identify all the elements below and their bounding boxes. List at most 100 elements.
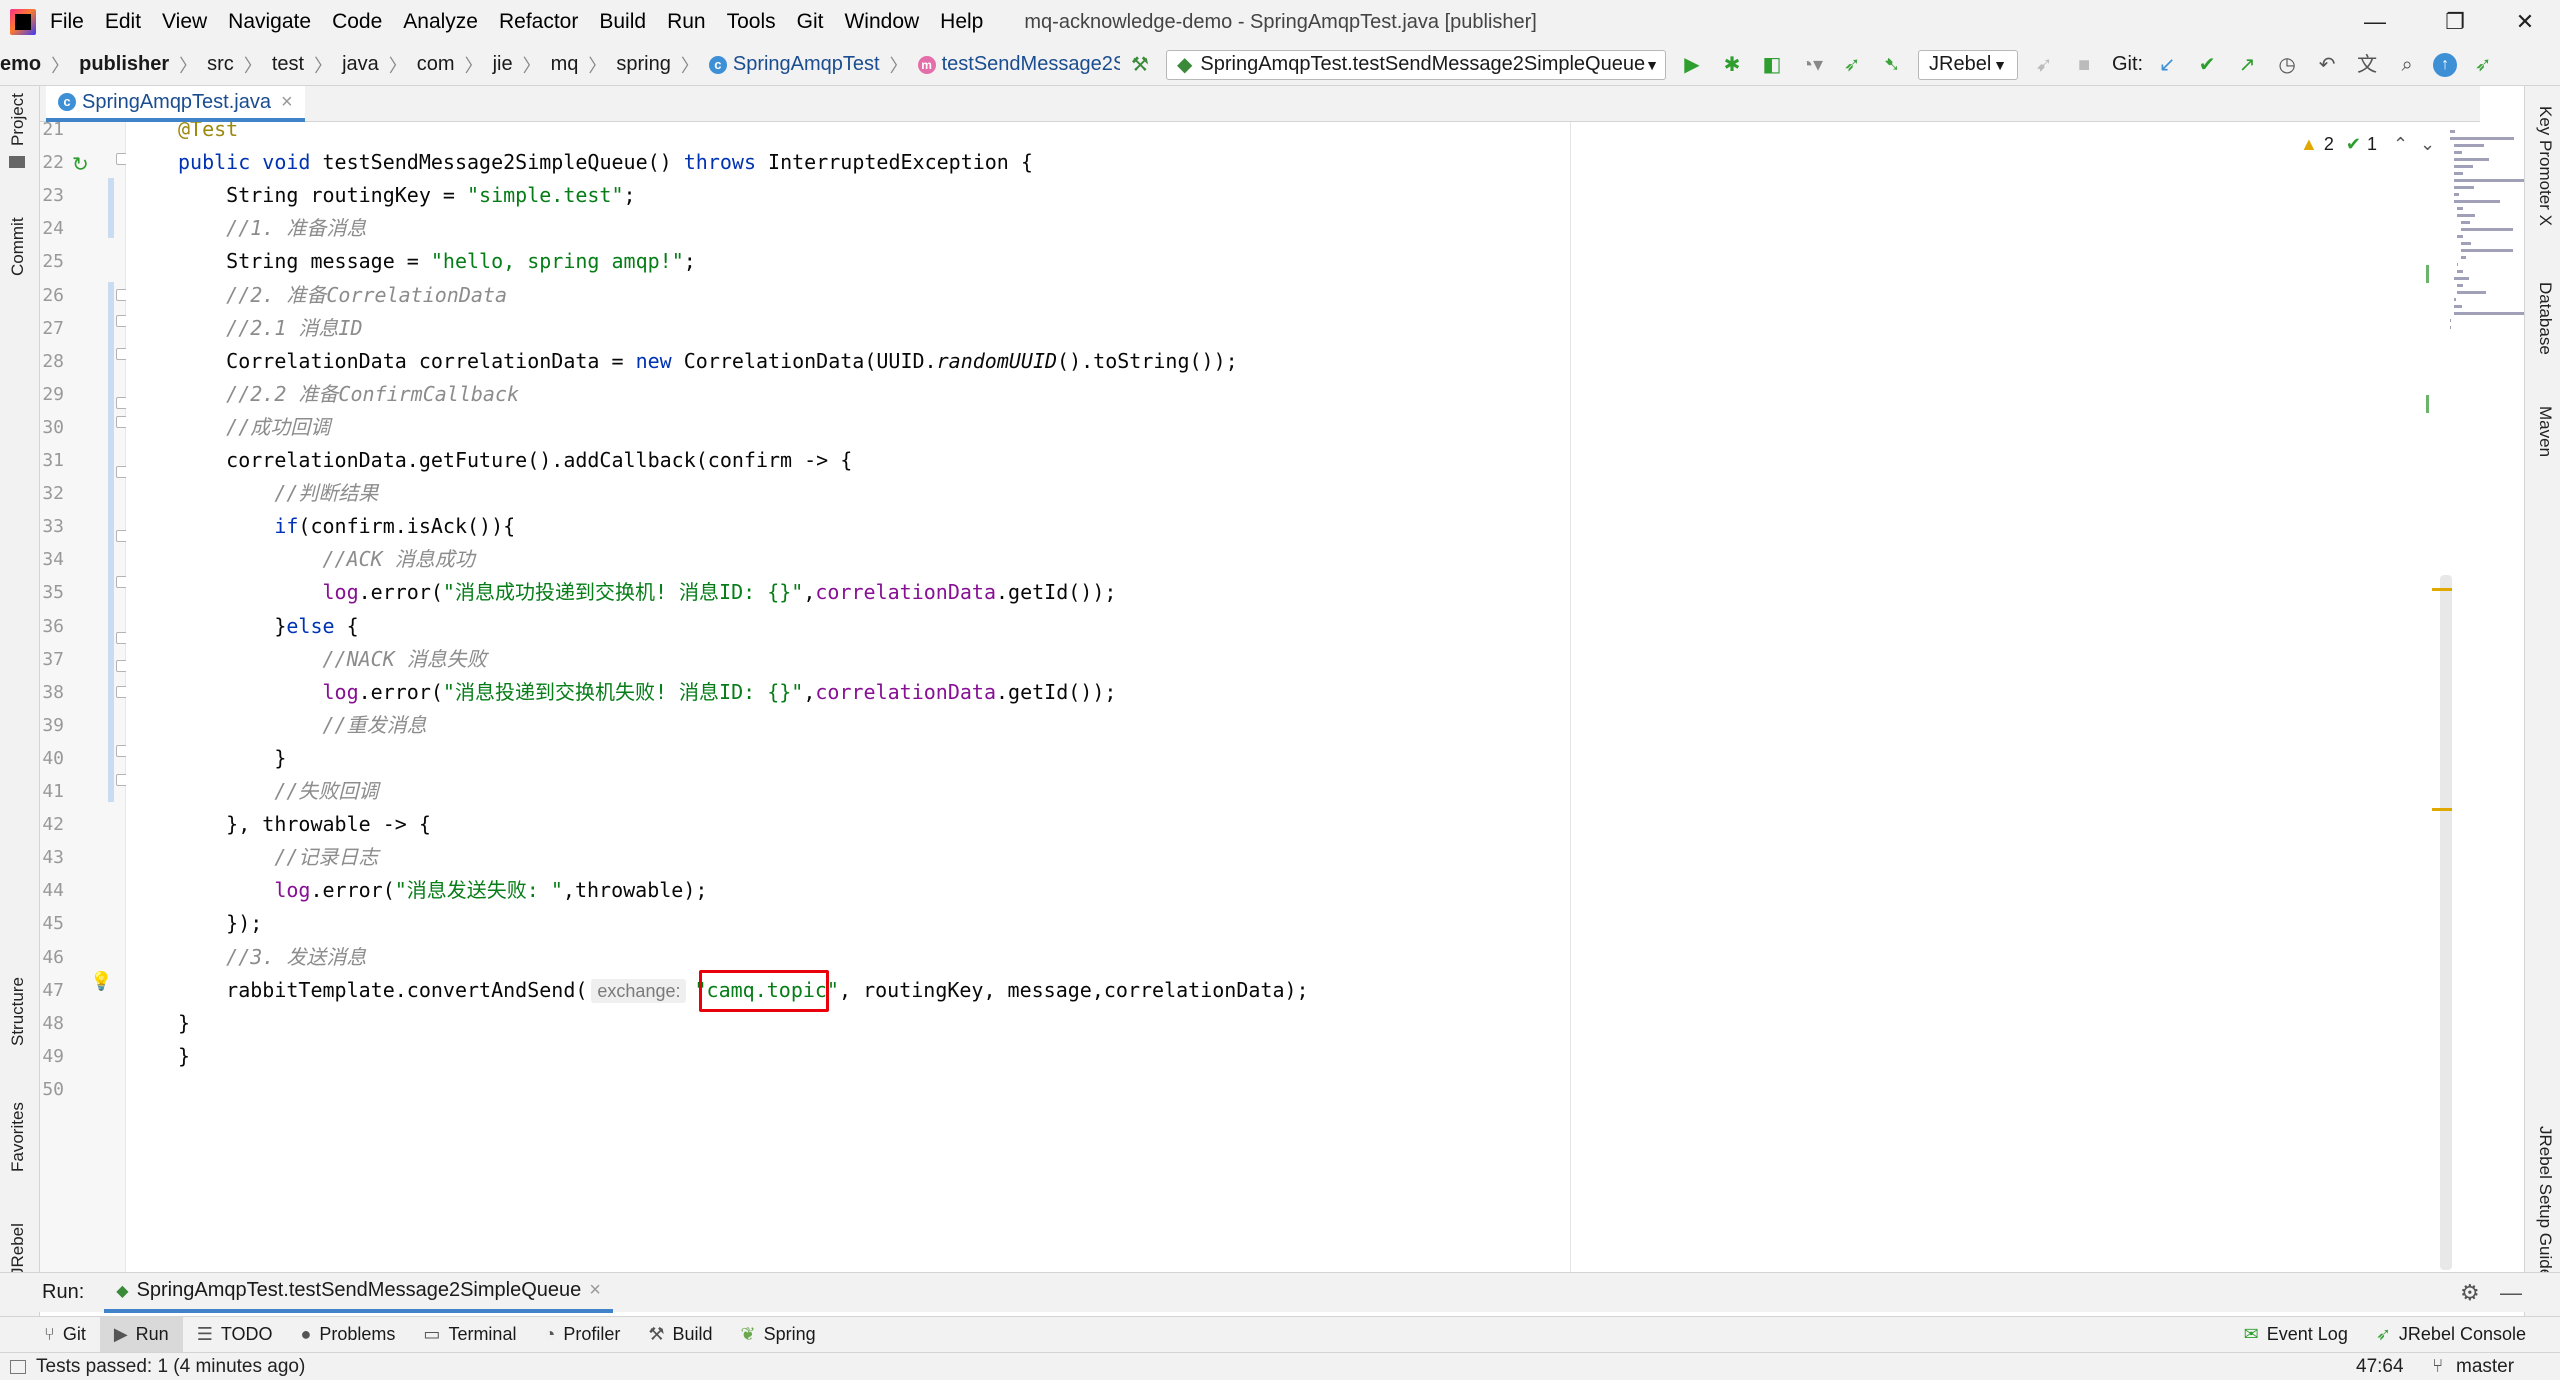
breadcrumb-item[interactable]: mq 〉 (551, 52, 617, 78)
code-line[interactable]: }, throwable -> { (178, 808, 431, 841)
inspection-widget[interactable]: ▲ 2 ✔ 1 ⌃ ⌄ (2300, 134, 2435, 155)
line-number[interactable]: 49 (40, 1046, 64, 1067)
breadcrumb-item[interactable]: com 〉 (417, 52, 493, 78)
breadcrumb-item[interactable]: c SpringAmqpTest 〉 (708, 52, 918, 78)
breadcrumb-item[interactable]: emo 〉 (0, 52, 79, 78)
line-number[interactable]: 45 (40, 913, 64, 934)
jrebel-select[interactable]: JRebel ▼ (1918, 49, 2018, 80)
restore-button[interactable]: ❐ (2420, 0, 2490, 44)
update-ide-icon[interactable]: ↑ (2433, 52, 2458, 77)
line-number[interactable]: 32 (40, 483, 64, 504)
code-line[interactable]: //2. 准备CorrelationData (178, 279, 507, 312)
line-number[interactable]: 33 (40, 516, 64, 537)
code-line[interactable]: }else { (178, 610, 358, 643)
code-line[interactable]: public void testSendMessage2SimpleQueue(… (178, 146, 1033, 179)
search-icon[interactable]: ⌕ (2393, 51, 2421, 79)
breadcrumb-item[interactable]: test 〉 (272, 52, 342, 78)
breadcrumb-item[interactable]: java 〉 (342, 52, 417, 78)
jrebel-debug-icon[interactable]: ➷ (1878, 51, 1906, 79)
line-number[interactable]: 22 (40, 152, 64, 173)
prev-highlight-icon[interactable]: ⌃ (2393, 134, 2408, 155)
breadcrumb-item[interactable]: src 〉 (207, 52, 272, 78)
code-line[interactable]: String message = "hello, spring amqp!"; (178, 245, 696, 278)
line-number[interactable]: 50 (40, 1079, 64, 1100)
tool-todo[interactable]: ☰ TODO (183, 1317, 287, 1353)
project-tool-button[interactable]: Project (8, 93, 28, 146)
line-number[interactable]: 29 (40, 384, 64, 405)
code-line[interactable]: //失败回调 (178, 775, 378, 808)
status-panel-icon[interactable] (10, 1359, 26, 1374)
code-line[interactable]: //1. 准备消息 (178, 212, 366, 245)
code-line[interactable]: log.error("消息发送失败: ",throwable); (178, 874, 707, 907)
code-line[interactable]: String routingKey = "simple.test"; (178, 179, 635, 212)
code-line[interactable]: log.error("消息成功投递到交换机! 消息ID: {}",correla… (178, 576, 1116, 609)
jrebel-setup-tool-button[interactable]: JRebel Setup Guide (2535, 1126, 2555, 1278)
tool-problems[interactable]: ● Problems (287, 1317, 410, 1353)
code-line[interactable]: CorrelationData correlationData = new Co… (178, 345, 1238, 378)
breadcrumb-item[interactable]: publisher 〉 (79, 52, 207, 78)
line-number[interactable]: 42 (40, 814, 64, 835)
tool-run[interactable]: ▶ Run (99, 1316, 183, 1353)
status-message[interactable]: Tests passed: 1 (4 minutes ago) (36, 1356, 305, 1378)
line-number[interactable]: 43 (40, 847, 64, 868)
code-line[interactable]: log.error("消息投递到交换机失败! 消息ID: {}",correla… (178, 676, 1116, 709)
line-number[interactable]: 36 (40, 616, 64, 637)
code-line[interactable]: //成功回调 (178, 411, 330, 444)
jrebel-run-icon[interactable]: ➶ (1838, 51, 1866, 79)
line-number[interactable]: 24 (40, 218, 64, 239)
code-line[interactable]: //记录日志 (178, 841, 378, 874)
menu-file[interactable]: File (50, 10, 84, 34)
menu-tools[interactable]: Tools (727, 10, 776, 34)
code-line[interactable]: } (178, 742, 286, 775)
menu-navigate[interactable]: Navigate (228, 10, 311, 34)
menu-build[interactable]: Build (599, 10, 646, 34)
code-line[interactable]: } (178, 1040, 190, 1073)
close-run-tab-icon[interactable]: × (589, 1279, 601, 1302)
history-icon[interactable]: ◷ (2273, 51, 2301, 79)
line-number[interactable]: 38 (40, 682, 64, 703)
maven-tool-button[interactable]: Maven (2535, 406, 2555, 457)
git-update-icon[interactable]: ↙ (2153, 51, 2181, 79)
code-line[interactable]: //ACK 消息成功 (178, 543, 474, 576)
tool-jrebel-console[interactable]: ➶ JRebel Console (2362, 1317, 2540, 1353)
key-promoter-tool-button[interactable]: Key Promoter X (2535, 106, 2555, 226)
menu-edit[interactable]: Edit (105, 10, 141, 34)
menu-window[interactable]: Window (844, 10, 919, 34)
code-line[interactable]: //2.1 消息ID (178, 312, 362, 345)
menu-help[interactable]: Help (940, 10, 983, 34)
code-editor[interactable]: @Test public void testSendMessage2SimpleQ… (126, 122, 2460, 1272)
code-line[interactable]: //NACK 消息失败 (178, 643, 486, 676)
favorites-tool-button[interactable]: Favorites (8, 1102, 28, 1172)
code-minimap[interactable] (2450, 130, 2524, 352)
menu-git[interactable]: Git (797, 10, 824, 34)
coverage-icon[interactable]: ◧ (1758, 51, 1786, 79)
database-tool-button[interactable]: Database (2535, 282, 2555, 355)
tool-event-log[interactable]: ✉ Event Log (2230, 1317, 2362, 1353)
line-number[interactable]: 46 (40, 947, 64, 968)
close-tab-icon[interactable]: × (281, 91, 293, 114)
menu-analyze[interactable]: Analyze (403, 10, 478, 34)
commit-tool-button[interactable]: Commit (8, 217, 28, 276)
line-number[interactable]: 26 (40, 285, 64, 306)
profile-icon[interactable]: ◔▾ (1798, 51, 1826, 79)
hide-panel-icon[interactable]: — (2500, 1280, 2522, 1306)
git-branch[interactable]: master (2456, 1356, 2514, 1378)
line-number[interactable]: 23 (40, 185, 64, 206)
git-commit-icon[interactable]: ✔ (2193, 51, 2221, 79)
breadcrumb-item[interactable]: jie 〉 (493, 52, 551, 78)
breadcrumb-item[interactable]: mtestSendMessage2SimpleQueue (917, 53, 1120, 76)
intention-bulb-icon[interactable]: 💡 (90, 971, 112, 992)
line-number[interactable]: 31 (40, 450, 64, 471)
stop-icon[interactable]: ■ (2070, 51, 2098, 79)
translate-icon[interactable]: 文 (2353, 51, 2381, 79)
structure-tool-button[interactable]: Structure (8, 977, 28, 1046)
run-tab[interactable]: ◆ SpringAmqpTest.testSendMessage2SimpleQ… (104, 1273, 613, 1313)
line-number[interactable]: 27 (40, 318, 64, 339)
menu-run[interactable]: Run (667, 10, 706, 34)
attach-icon[interactable]: ➹ (2030, 51, 2058, 79)
breadcrumb-item[interactable]: spring 〉 (616, 52, 708, 78)
build-hammer-icon[interactable]: ⚒ (1126, 51, 1154, 79)
git-push-icon[interactable]: ↗ (2233, 51, 2261, 79)
rollback-icon[interactable]: ↶ (2313, 51, 2341, 79)
code-line[interactable]: } (178, 1007, 190, 1040)
